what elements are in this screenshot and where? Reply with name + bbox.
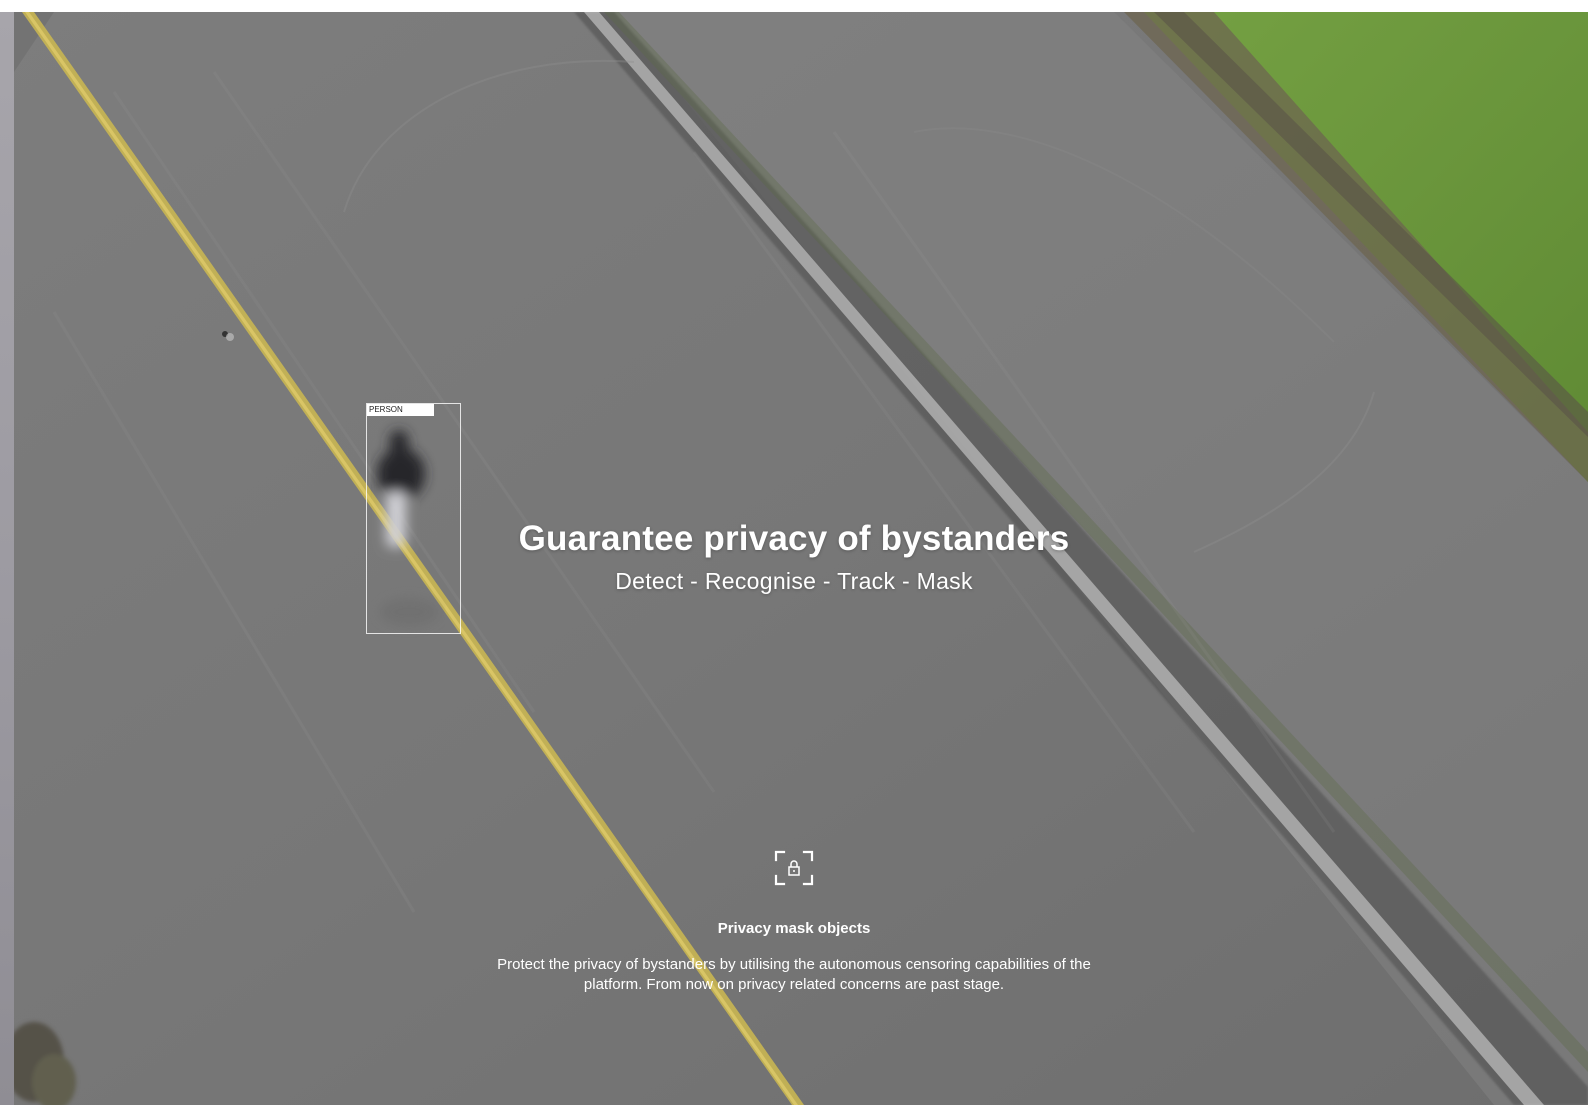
hero-subtitle: Detect - Recognise - Track - Mask [615,568,973,594]
top-border [0,0,1588,12]
feature-description: Protect the privacy of bystanders by uti… [497,956,1091,993]
feature-section: Privacy mask objects Protect the privacy… [0,850,1588,995]
detection-label: PERSON [367,404,434,416]
hero-title: Guarantee privacy of bystanders [518,519,1070,558]
page: PERSON Guarantee privacy of bystanders D… [0,0,1588,1105]
lock-in-frame-icon [774,850,814,886]
feature-title: Privacy mask objects [717,920,871,937]
hero-section: Guarantee privacy of bystanders Detect -… [0,517,1588,596]
